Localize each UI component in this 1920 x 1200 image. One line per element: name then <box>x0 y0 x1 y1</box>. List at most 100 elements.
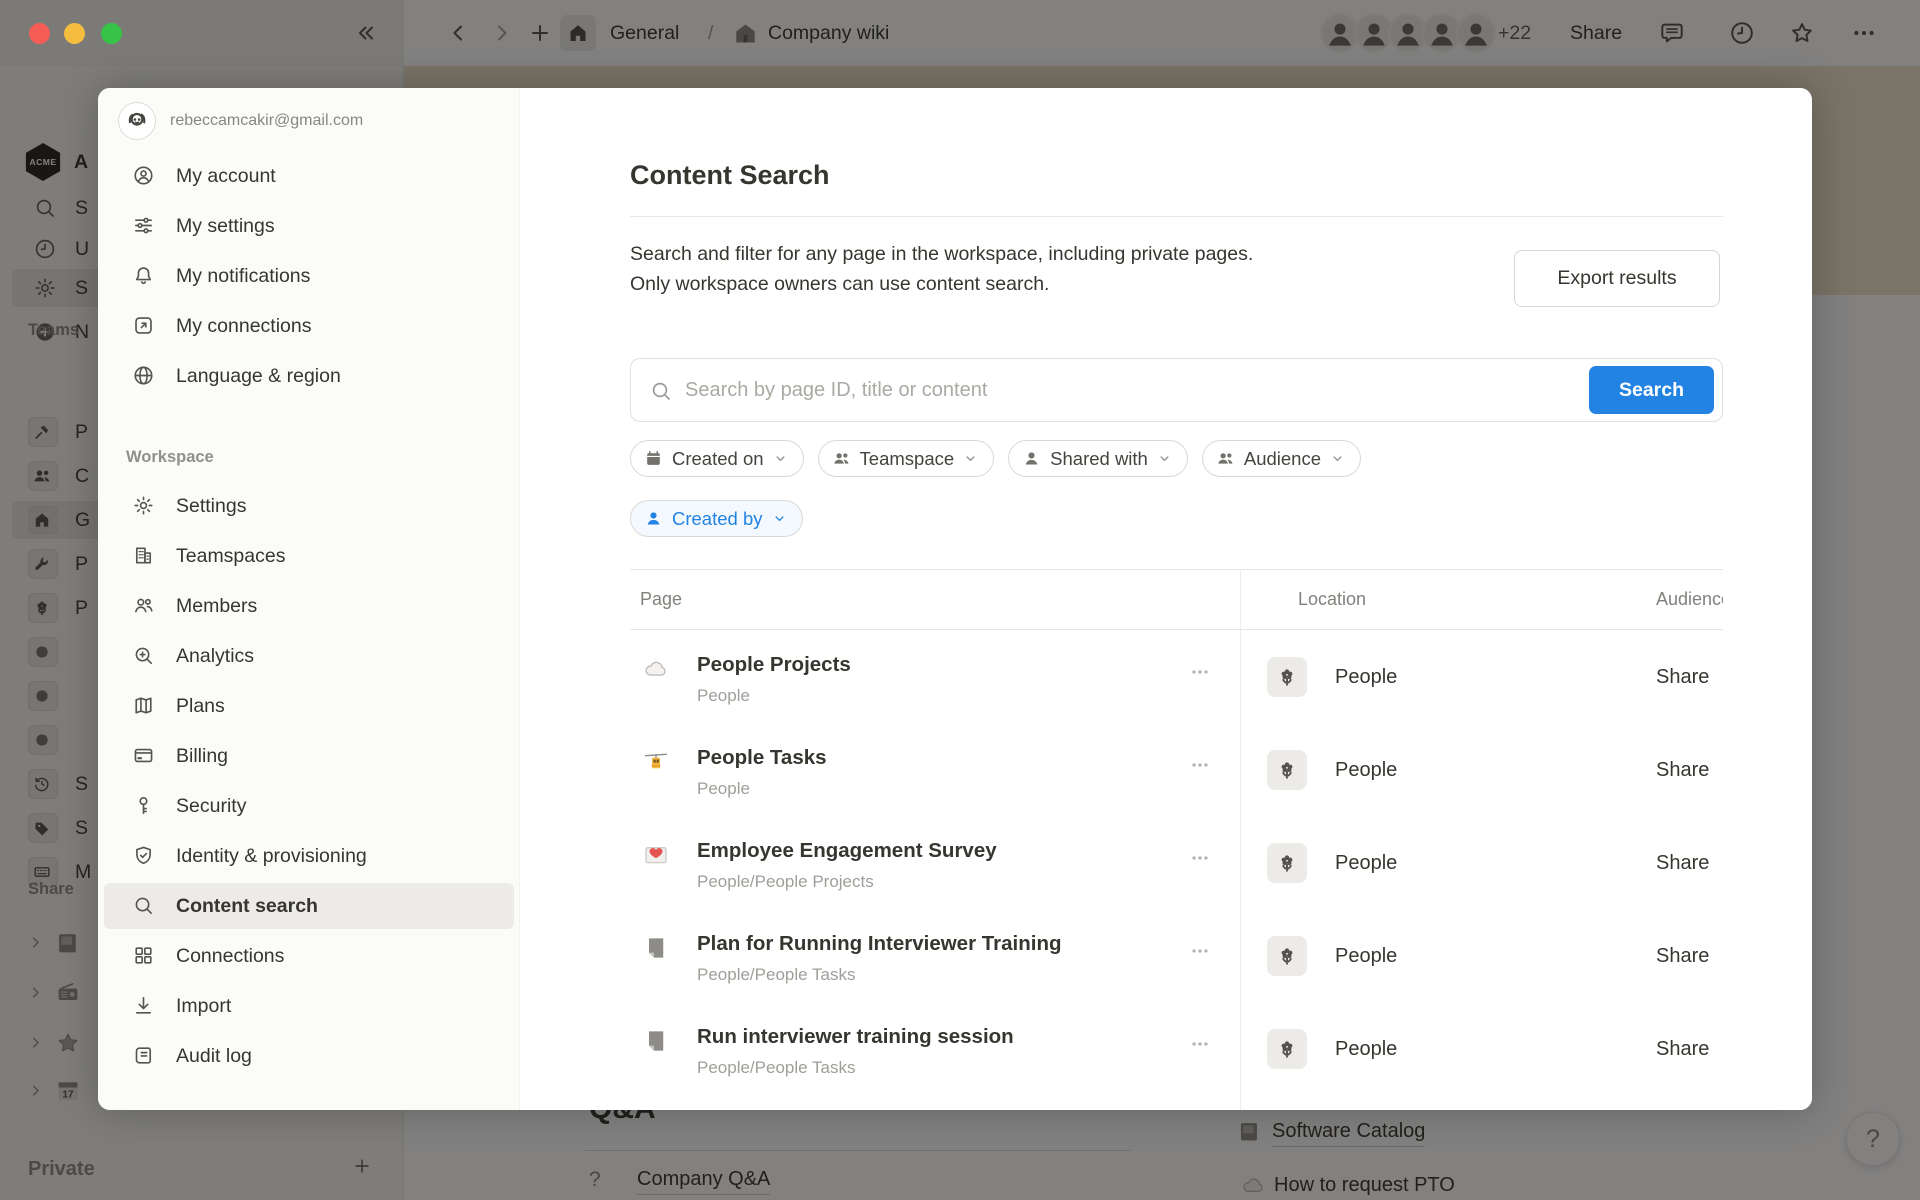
account-email: rebeccamcakir@gmail.com <box>170 102 363 140</box>
settings-menu-item-content-search[interactable]: Content search <box>104 883 514 929</box>
import-icon <box>132 994 155 1017</box>
chevron-down-icon <box>1330 451 1345 466</box>
arrow-box-icon <box>132 314 155 337</box>
page-title-link[interactable]: People Tasks <box>697 744 827 772</box>
settings-menu-label: Language & region <box>176 353 341 399</box>
table-row: Plan for Running Interviewer Training Peo… <box>630 920 1723 1013</box>
settings-menu-item-identity-provisioning[interactable]: Identity & provisioning <box>104 833 514 879</box>
search-input[interactable] <box>685 360 1615 420</box>
settings-menu-label: My connections <box>176 303 311 349</box>
shield-check-icon <box>132 844 155 867</box>
chevron-down-icon <box>963 451 978 466</box>
settings-menu-item-billing[interactable]: Billing <box>104 733 514 779</box>
settings-menu-item-my-notifications[interactable]: My notifications <box>104 253 514 299</box>
person-solid-icon <box>1022 449 1041 468</box>
magnifier-icon <box>132 894 155 917</box>
settings-menu-item-plans[interactable]: Plans <box>104 683 514 729</box>
teamspace-flower-icon <box>1267 657 1307 697</box>
tram-icon <box>642 748 670 776</box>
content-search-bar: Search <box>630 358 1723 422</box>
description-line-2: Only workspace owners can use content se… <box>630 269 1253 299</box>
cloud-icon <box>642 655 670 683</box>
settings-content: Content Search Search and filter for any… <box>520 88 1812 1110</box>
filter-chip-created-by[interactable]: Created by <box>630 500 803 537</box>
location-value: People <box>1335 843 1397 883</box>
settings-menu-item-my-account[interactable]: My account <box>104 153 514 199</box>
page-description: Search and filter for any page in the wo… <box>630 239 1253 299</box>
settings-menu-item-my-settings[interactable]: My settings <box>104 203 514 249</box>
filter-chip-teamspace[interactable]: Teamspace <box>818 440 995 477</box>
export-results-button[interactable]: Export results <box>1514 250 1720 307</box>
settings-menu-item-teamspaces[interactable]: Teamspaces <box>104 533 514 579</box>
flower-icon <box>1275 758 1299 782</box>
page-title-link[interactable]: Employee Engagement Survey <box>697 837 997 865</box>
row-more-options-icon[interactable] <box>1178 750 1222 780</box>
teamspace-flower-icon <box>1267 936 1307 976</box>
row-more-options-icon[interactable] <box>1178 657 1222 687</box>
window-minimize-button[interactable] <box>64 23 85 44</box>
row-more-options-icon[interactable] <box>1178 936 1222 966</box>
chevron-down-icon <box>773 451 788 466</box>
description-line-1: Search and filter for any page in the wo… <box>630 239 1253 269</box>
map-icon <box>132 694 155 717</box>
window-zoom-button[interactable] <box>101 23 122 44</box>
building-icon <box>132 544 155 567</box>
audience-value: Share <box>1656 936 1723 976</box>
filter-chip-created-on[interactable]: Created on <box>630 440 804 477</box>
window-close-button[interactable] <box>29 23 50 44</box>
chevron-down-icon <box>772 511 787 526</box>
page-path: People <box>697 685 750 707</box>
person-circle-icon <box>132 164 155 187</box>
page-title: Content Search <box>630 160 830 191</box>
teamspace-flower-icon <box>1267 1029 1307 1069</box>
settings-menu-item-connections[interactable]: Connections <box>104 933 514 979</box>
key-icon <box>132 794 155 817</box>
globe-icon <box>132 364 155 387</box>
settings-menu-label: Connections <box>176 933 284 979</box>
dots-icon <box>1189 940 1211 962</box>
page-title-link[interactable]: Plan for Running Interviewer Training <box>697 930 1062 958</box>
filter-chip-label: Created on <box>672 448 764 470</box>
page-path: People/People Tasks <box>697 964 855 986</box>
settings-menu-item-audit-log[interactable]: Audit log <box>104 1033 514 1079</box>
settings-menu-item-members[interactable]: Members <box>104 583 514 629</box>
flower-icon <box>1275 851 1299 875</box>
filter-chip-label: Created by <box>672 508 763 530</box>
filter-chip-label: Audience <box>1244 448 1321 470</box>
location-value: People <box>1335 936 1397 976</box>
page-path: People/People Tasks <box>697 1057 855 1079</box>
people-solid-icon <box>832 449 851 468</box>
filter-chip-shared-with[interactable]: Shared with <box>1008 440 1188 477</box>
filter-chip-audience[interactable]: Audience <box>1202 440 1361 477</box>
page-title-link[interactable]: Run interviewer training session <box>697 1023 1014 1051</box>
shield-check-icon <box>132 844 155 867</box>
search-button[interactable]: Search <box>1589 366 1714 414</box>
page-title-link[interactable]: People Projects <box>697 651 851 679</box>
settings-menu-item-settings[interactable]: Settings <box>104 483 514 529</box>
settings-menu-item-security[interactable]: Security <box>104 783 514 829</box>
settings-menu-item-my-connections[interactable]: My connections <box>104 303 514 349</box>
account-avatar <box>118 102 156 140</box>
settings-menu-label: Audit log <box>176 1033 252 1079</box>
table-row: Employee Engagement SurveyPeople/People … <box>630 827 1723 920</box>
settings-menu-label: Analytics <box>176 633 254 679</box>
table-row: Run interviewer training session People/P… <box>630 1013 1723 1106</box>
settings-menu-item-analytics[interactable]: Analytics <box>104 633 514 679</box>
settings-menu-item-language-region[interactable]: Language & region <box>104 353 514 399</box>
dots-icon <box>1189 661 1211 683</box>
settings-menu-item-import[interactable]: Import <box>104 983 514 1029</box>
column-header-location: Location <box>1298 569 1366 629</box>
settings-menu-label: Billing <box>176 733 228 779</box>
settings-menu-label: Members <box>176 583 257 629</box>
row-more-options-icon[interactable] <box>1178 1029 1222 1059</box>
map-icon <box>132 694 155 717</box>
filter-chip-row-2: Created by <box>630 500 803 537</box>
person-solid-icon <box>1022 449 1041 468</box>
row-more-options-icon[interactable] <box>1178 843 1222 873</box>
location-value: People <box>1335 657 1397 697</box>
person-solid-icon <box>644 509 663 528</box>
table-header-divider <box>630 629 1723 630</box>
filter-chip-row-1: Created on Teamspace Shared with Audience <box>630 440 1361 477</box>
settings-menu-label: My account <box>176 153 276 199</box>
people-solid-icon <box>1216 449 1235 468</box>
